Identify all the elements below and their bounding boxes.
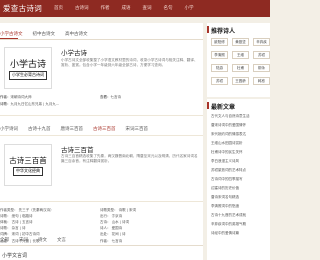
tab-anthology-1[interactable]: 小学诗词 [0,126,18,132]
top-nav-bar: 爱查古诗词 首页 古诗词 作者 成语 查词 名句 小学 [0,0,270,17]
latest-articles-panel: 最新文章 古代文人与自然诗意生活 唐宋诗词中的爱国情怀 宋代婉约词的情感表达 王… [207,99,270,260]
tab-classical[interactable]: 文言 [57,237,66,243]
meta-label: 诗歌： [0,102,11,106]
tab-anthology-3[interactable]: 唐诗三百首 [61,126,84,132]
meta-cell[interactable]: 古诗： 山水 | 诗词 [100,220,200,225]
book-title[interactable]: 小学古诗 [61,47,87,57]
tab-anthology-5[interactable]: 宋词三百首 [126,126,149,132]
poet-tag[interactable]: 杜甫 [232,64,249,72]
nav-item-primary[interactable]: 小学 [185,5,194,11]
section-divider [0,135,203,136]
book-cover-primary[interactable]: 小学古诗 小学生必背古诗词 [4,47,52,89]
tab-all[interactable]: 全部 [0,237,9,243]
cover-subtitle: 小学生必背古诗词 [9,70,47,80]
article-link[interactable]: 古诗十九首的艺术成就 [211,213,269,218]
meta-cell[interactable]: 诗歌： 杂言 | 诗 [0,226,100,231]
meta-cell[interactable]: 出处： 花间 | 诗 [100,232,200,237]
tab-poetry[interactable]: 诗文 [38,237,47,243]
page: 爱查古诗词 首页 古诗词 作者 成语 查词 名句 小学 小学古诗文 初中古诗文 … [0,0,270,260]
book-meta-row: 查看： 七言诗 [100,95,121,100]
book-cover-300[interactable]: 古诗三百首 中华文化经典 [4,144,52,186]
meta-grid-row: 诗歌： 绝句 | 临路诗 出行： 汴京诗 [0,213,200,219]
poet-tag[interactable]: 李清照 [211,51,228,59]
meta-value[interactable]: 七言诗 [111,95,122,100]
site-logo[interactable]: 爱查古诗词 [3,3,42,14]
article-link[interactable]: 王维山水田园诗赏析 [211,141,269,146]
tab-middle-school[interactable]: 初中古诗文 [33,31,56,37]
meta-cell[interactable]: 诗人： 爱国诗 [100,226,200,231]
nav-item-poems[interactable]: 古诗词 [75,5,89,11]
meta-cell[interactable]: 作者类型： 先三子（先秦两汉诗） [0,208,100,213]
tab-anthology-4[interactable]: 古诗三百首 [93,126,116,132]
article-link[interactable]: 辛弃疾词中的英雄气概 [211,222,269,227]
tab-ci[interactable]: 宋词 [19,237,28,243]
book-description: 古诗三百首精选收集了先秦，两汉魏晋南北朝，隋唐至宋元以及明清，历代名家诗词名篇三… [61,154,198,163]
meta-grid-row: 诗歌： 杂言 | 诗 诗人： 爱国诗 [0,226,200,232]
poet-tag[interactable]: 苏轼 [253,51,270,59]
title-accent-bar [207,102,209,109]
main-nav: 首页 古诗词 作者 成语 查词 名句 小学 [54,5,194,11]
article-link[interactable]: 杜甫诗中的民生关怀 [211,150,269,155]
article-link[interactable]: 古代文人与自然诗意生活 [211,114,269,119]
anthology-tabs: 小学诗词 古诗十九首 唐诗三百首 古诗三百首 宋词三百首 [0,126,148,132]
section-divider [0,201,203,202]
meta-cell[interactable]: 体裁： 古诗 | 五言诗 [0,220,100,225]
article-link[interactable]: 边塞诗的历史价值 [211,186,269,191]
meta-label: 作者： [0,95,11,99]
cover-subtitle: 中华文化经典 [13,166,43,176]
category-tabs: 小学古诗文 初中古诗文 高中古诗文 [0,31,88,37]
meta-label: 查看： [100,95,111,99]
meta-cell[interactable]: 出行： 汴京诗 [100,214,200,219]
article-link[interactable]: 宋代婉约词的情感表达 [211,132,269,137]
book-meta-row: 诗歌： 九月九日忆山东兄弟 | 九月九... [0,102,59,107]
cover-title: 古诗三百首 [9,155,47,165]
article-link[interactable]: 唐诗宋词名句精选 [211,195,269,200]
recommended-poets-panel: 推荐诗人 欧阳修 黄庭坚 辛弃疾 李清照 王维 苏轼 陆游 杜甫 柳永 苏轼 王… [207,23,270,97]
meta-grid-row: 体裁： 古诗 | 五言诗 古诗： 山水 | 诗词 [0,219,200,225]
poet-tag[interactable]: 苏轼 [211,77,228,85]
meta-cell[interactable]: 作者： 七言诗 [100,239,200,244]
nav-item-idioms[interactable]: 成语 [122,5,131,11]
tab-high-school[interactable]: 高中古诗文 [65,31,88,37]
meta-grid-row: 作者类型： 先三子（先秦两汉诗） 诗歌类型： 诗歌 | 宋词 [0,207,200,213]
bottom-tabs: 全部 宋词 诗文 文言 [0,237,66,243]
meta-cell[interactable]: 诗歌： 绝句 | 临路诗 [0,214,100,219]
article-link[interactable]: 诗经中的爱情诗篇 [211,231,269,236]
poet-tag[interactable]: 柳永 [253,64,270,72]
section-divider [0,115,203,116]
book-meta-row: 作者： 宋朝诗词大师 [0,95,32,100]
panel-title: 推荐诗人 [211,28,236,35]
panel-title: 最新文章 [211,104,236,111]
meta-cell[interactable]: 诗歌类型： 诗歌 | 宋词 [100,208,200,213]
article-link[interactable]: 李清照词中的愁绪 [211,204,269,209]
main-content: 小学古诗文 初中古诗文 高中古诗文 小学古诗 小学生必背古诗词 小学古诗 小学古… [0,23,203,260]
cover-title: 小学古诗 [9,59,46,70]
tab-divider [0,39,203,40]
section-title: 小学文言词 [2,253,28,259]
article-link[interactable]: 古诗词中的四季描写 [211,177,269,182]
title-accent-bar [207,26,209,33]
tab-primary-school[interactable]: 小学古诗文 [0,31,23,37]
poet-tag[interactable]: 欧阳修 [211,38,228,46]
article-link[interactable]: 唐宋诗词中的爱国情怀 [211,123,269,128]
poet-tag[interactable]: 黄庭坚 [232,38,249,46]
article-link[interactable]: 李白浪漫主义诗风 [211,159,269,164]
poet-tag[interactable]: 韩愈 [253,77,270,85]
nav-item-authors[interactable]: 作者 [101,5,110,11]
meta-value[interactable]: 九月九日忆山东兄弟 | 九月九... [11,102,60,107]
meta-value[interactable]: 宋朝诗词大师 [11,95,32,100]
poet-tag[interactable]: 辛弃疾 [253,38,270,46]
article-link[interactable]: 苏轼豪放词的艺术特点 [211,168,269,173]
poet-tag[interactable]: 陆游 [211,64,228,72]
poet-tag[interactable]: 王昌龄 [232,77,249,85]
nav-item-words[interactable]: 查词 [143,5,152,11]
book-description: 小学古诗文全部收集整了小学语文教材里的诗词，收录小学古诗词与相关注释、翻译、赏析… [61,58,198,67]
book-title[interactable]: 古诗三百首 [61,144,94,154]
nav-item-quotes[interactable]: 名句 [164,5,173,11]
tab-anthology-2[interactable]: 古诗十九首 [28,126,51,132]
poet-tag[interactable]: 王维 [232,51,249,59]
tab-divider [0,245,203,246]
nav-item-home[interactable]: 首页 [54,5,63,11]
